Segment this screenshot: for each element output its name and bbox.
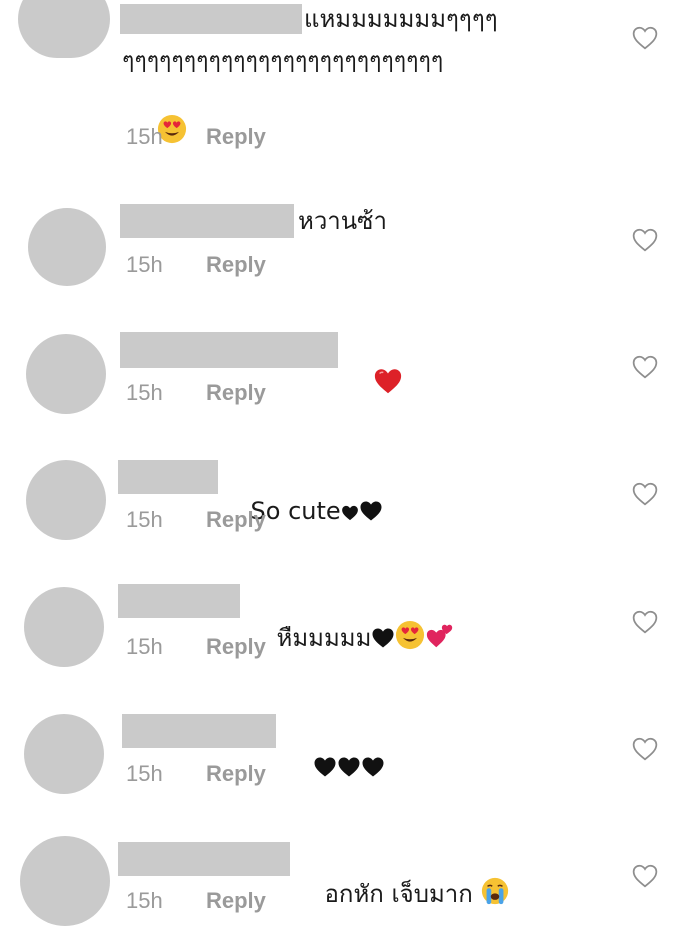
comment-meta: 15h Reply <box>126 634 266 660</box>
comment-text: อกหัก เจ็บมาก <box>294 842 510 945</box>
comment-meta: 15h Reply <box>126 380 266 406</box>
comment-timestamp: 15h <box>126 761 163 786</box>
heart-outline-icon <box>632 355 658 379</box>
comment-text <box>342 332 403 435</box>
comment-meta: 15h Reply <box>126 761 266 787</box>
comment-timestamp: 15h <box>126 124 163 149</box>
avatar[interactable] <box>26 460 106 540</box>
black-heart-emoji <box>313 756 337 778</box>
like-button[interactable] <box>632 26 658 50</box>
reply-button[interactable]: Reply <box>206 888 266 913</box>
username-redacted[interactable] <box>122 714 276 748</box>
like-button[interactable] <box>632 864 658 888</box>
heart-outline-icon <box>632 26 658 50</box>
heart-outline-icon <box>632 482 658 506</box>
comment-text: หืมมมมม <box>246 586 455 689</box>
heart-outline-icon <box>632 737 658 761</box>
comment-timestamp: 15h <box>126 380 163 405</box>
comment-meta: 15h Reply <box>126 888 266 914</box>
like-button[interactable] <box>632 355 658 379</box>
like-button[interactable] <box>632 737 658 761</box>
comment-timestamp: 15h <box>126 507 163 532</box>
heart-outline-icon <box>632 610 658 634</box>
reply-button[interactable]: Reply <box>206 380 266 405</box>
heart-outline-icon <box>632 864 658 888</box>
black-heart-emoji <box>361 756 385 778</box>
avatar[interactable] <box>18 0 110 58</box>
comment-text: หวานซ้า <box>298 207 387 235</box>
heart-outline-icon <box>632 228 658 252</box>
username-redacted[interactable] <box>120 204 294 238</box>
reply-button[interactable]: Reply <box>206 634 266 659</box>
comment-meta: 15h Reply <box>126 252 266 278</box>
avatar[interactable] <box>28 208 106 286</box>
comment-meta: 15h Reply <box>126 124 266 150</box>
username-redacted[interactable] <box>120 332 338 368</box>
heart-eyes-emoji <box>395 620 425 650</box>
username-redacted[interactable] <box>118 842 290 876</box>
reply-button[interactable]: Reply <box>206 124 266 149</box>
avatar[interactable] <box>24 714 104 794</box>
avatar[interactable] <box>24 587 104 667</box>
black-heart-emoji <box>337 756 361 778</box>
crying-face-emoji <box>480 876 510 906</box>
comment-text-content: หืมมมมม <box>276 624 372 652</box>
like-button[interactable] <box>632 482 658 506</box>
comment-text-continued: ๆๆๆๆๆๆๆๆๆๆๆๆๆๆๆๆๆๆๆๆๆๆๆๆๆๆ <box>122 48 444 74</box>
comment-timestamp: 15h <box>126 252 163 277</box>
comment-text <box>282 716 385 818</box>
comment-text: แหมมมมมมมๆๆๆๆ <box>304 5 498 33</box>
username-redacted[interactable] <box>120 4 302 34</box>
comment-text-content: อกหัก เจ็บมาก <box>324 880 473 908</box>
black-heart-emoji <box>359 500 383 522</box>
like-button[interactable] <box>632 610 658 634</box>
comment-timestamp: 15h <box>126 634 163 659</box>
two-hearts-emoji <box>425 620 455 650</box>
avatar[interactable] <box>26 334 106 414</box>
username-redacted[interactable] <box>118 584 240 618</box>
reply-button[interactable]: Reply <box>206 252 266 277</box>
comment-timestamp: 15h <box>126 888 163 913</box>
avatar[interactable] <box>20 836 110 926</box>
red-heart-emoji <box>373 366 403 396</box>
username-redacted[interactable] <box>118 460 218 494</box>
like-button[interactable] <box>632 228 658 252</box>
reply-button[interactable]: Reply <box>206 507 266 532</box>
reply-button[interactable]: Reply <box>206 761 266 786</box>
black-heart-emoji <box>371 627 395 649</box>
comment-meta: 15h Reply <box>126 507 266 533</box>
black-heart-emoji <box>341 504 359 522</box>
